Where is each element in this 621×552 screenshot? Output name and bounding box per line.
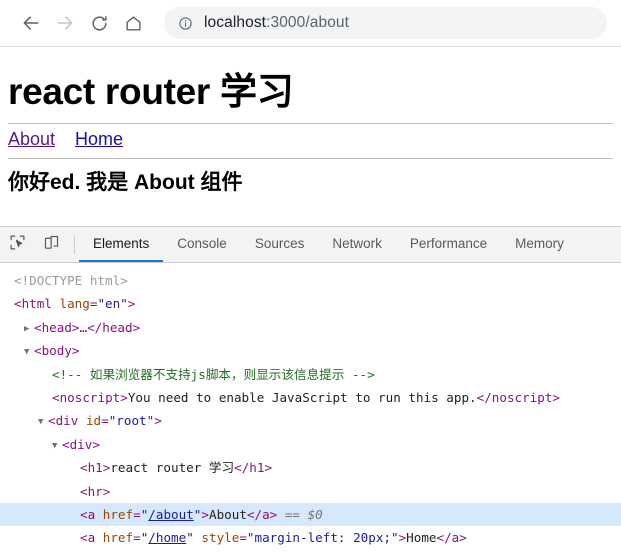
page-divider-bottom [8, 158, 613, 159]
tab-console[interactable]: Console [163, 227, 241, 262]
dom-node-doctype[interactable]: <!DOCTYPE html> [0, 269, 621, 292]
inspect-element-icon [9, 234, 26, 256]
html-close-bracket: > [127, 296, 136, 312]
forward-button[interactable] [48, 6, 82, 40]
page-title: react router 学习 [8, 71, 294, 112]
a-home-attr-style: style [201, 530, 240, 546]
inspect-element-button[interactable] [0, 227, 34, 262]
noscript-close-tag: </noscript> [476, 389, 561, 405]
a-about-close-tag: </a> [246, 506, 278, 522]
reload-icon [90, 14, 109, 33]
home-button[interactable] [116, 6, 150, 40]
back-button[interactable] [14, 6, 48, 40]
a-home-style-value: "margin-left: 20px;" [246, 530, 399, 546]
dom-node-noscript[interactable]: <noscript>You need to enable JavaScript … [0, 386, 621, 409]
a-about-open-tag: <a [80, 506, 96, 522]
url-text: localhost:3000/about [204, 14, 349, 32]
comment-text: <!-- 如果浏览器不支持js脚本，则显示该信息提示 --> [52, 366, 375, 382]
device-toolbar-button[interactable] [34, 227, 68, 262]
twisty-expanded-icon[interactable]: ▼ [24, 341, 34, 364]
a-home-href-link[interactable]: /home [148, 530, 186, 545]
h1-close-tag: </h1> [234, 460, 273, 476]
url-path: :3000/about [266, 14, 350, 31]
dom-node-div[interactable]: ▼ <div> [0, 433, 621, 456]
div-open-tag: <div> [62, 436, 100, 452]
tab-elements[interactable]: Elements [79, 227, 164, 262]
page-paragraph: 你好ed. 我是 About 组件 [8, 171, 243, 194]
noscript-text: You need to enable JavaScript to run thi… [127, 389, 477, 405]
tab-memory[interactable]: Memory [501, 227, 578, 262]
div-root-open-tag: <div [48, 413, 79, 429]
head-collapsed-text: <head>…</head> [34, 319, 141, 335]
toolbar-separator [74, 235, 75, 254]
noscript-open-tag: <noscript> [52, 389, 128, 405]
html-attr-name: lang [59, 296, 90, 312]
div-root-attr-name: id [85, 413, 102, 429]
device-toolbar-icon [43, 234, 60, 256]
dom-node-comment[interactable]: <!-- 如果浏览器不支持js脚本，则显示该信息提示 --> [0, 363, 621, 386]
a-home-open-tag: <a [80, 530, 96, 546]
a-about-attr-name: href [102, 506, 134, 522]
devtools-panel: Elements Console Sources Network Perform… [0, 226, 621, 552]
back-arrow-icon [21, 13, 41, 33]
dom-node-h1[interactable]: <h1>react router 学习</h1> [0, 456, 621, 479]
h1-text: react router 学习 [110, 460, 235, 476]
page-divider-top [8, 123, 613, 124]
hr-tag-top: <hr> [80, 483, 111, 499]
forward-arrow-icon [55, 13, 75, 33]
dom-node-body[interactable]: ▼ <body> [0, 339, 621, 362]
home-icon [124, 14, 143, 33]
page-viewport: react router 学习 About Home 你好ed. 我是 About… [0, 47, 621, 226]
tab-sources[interactable]: Sources [241, 227, 319, 262]
a-home-text: Home [406, 530, 437, 546]
dom-node-div-root[interactable]: ▼ <div id="root"> [0, 409, 621, 432]
page-nav-links: About Home [8, 129, 613, 152]
dom-node-hr-top[interactable]: <hr> [0, 480, 621, 503]
html-attr-value: "en" [97, 296, 128, 312]
address-bar[interactable]: localhost:3000/about [164, 7, 607, 39]
html-open-tag: <html [14, 296, 52, 312]
dom-node-a-home[interactable]: <a href="/home" style="margin-left: 20px… [0, 526, 621, 549]
dom-node-a-about[interactable]: <a href="/about">About</a> == $0 [0, 502, 621, 527]
reload-button[interactable] [82, 6, 116, 40]
dom-tree[interactable]: <!DOCTYPE html> <html lang="en"> ▶ <head>… [0, 263, 621, 552]
body-open-tag: <body> [34, 343, 80, 359]
a-about-href-link[interactable]: /about [148, 507, 194, 522]
a-home-attr-href: href [102, 530, 134, 546]
twisty-expanded-icon[interactable]: ▼ [38, 411, 48, 434]
selected-node-marker: == $0 [284, 506, 323, 522]
info-circle-icon[interactable] [178, 16, 193, 31]
a-home-close-tag: </a> [436, 530, 467, 546]
dom-node-html[interactable]: <html lang="en"> [0, 292, 621, 315]
a-about-text: About [208, 506, 247, 522]
dom-node-head[interactable]: ▶ <head>…</head> [0, 316, 621, 339]
tab-performance[interactable]: Performance [396, 227, 501, 262]
page-link-about[interactable]: About [8, 129, 55, 149]
page-link-home[interactable]: Home [75, 129, 123, 149]
twisty-collapsed-icon[interactable]: ▶ [24, 318, 34, 341]
devtools-toolbar: Elements Console Sources Network Perform… [0, 227, 621, 263]
tab-network[interactable]: Network [318, 227, 396, 262]
browser-toolbar: localhost:3000/about [0, 0, 621, 47]
div-root-attr-value: "root" [108, 413, 155, 429]
twisty-expanded-icon[interactable]: ▼ [52, 435, 62, 458]
h1-open-tag: <h1> [80, 460, 111, 476]
url-host: localhost [204, 14, 267, 31]
doctype-text: <!DOCTYPE html> [14, 273, 128, 288]
